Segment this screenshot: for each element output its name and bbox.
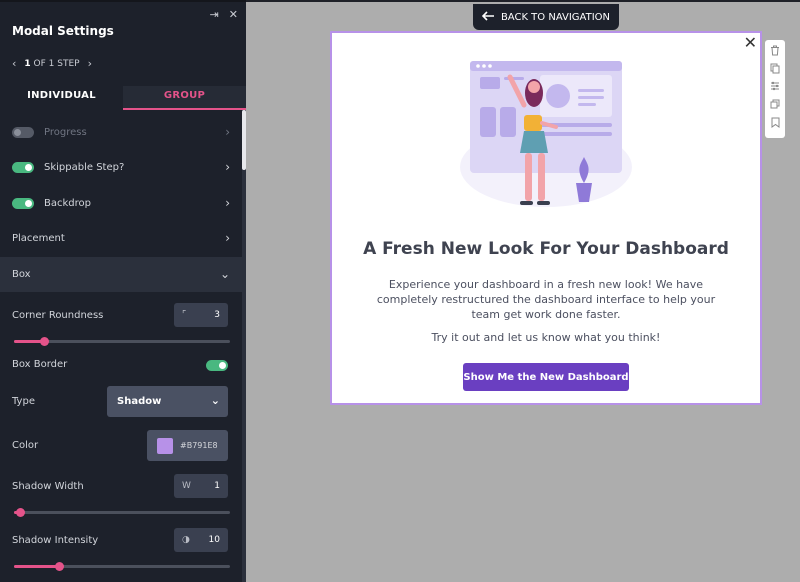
modal-body-secondary: Try it out and let us know what you thin…: [431, 331, 661, 344]
row-skippable-step[interactable]: Skippable Step? ›: [0, 150, 242, 185]
type-select-value: Shadow: [117, 396, 162, 407]
active-tab-indicator: [123, 108, 246, 110]
type-label: Type: [12, 396, 35, 407]
tab-individual[interactable]: INDIVIDUAL: [0, 86, 123, 110]
back-to-navigation-label: BACK TO NAVIGATION: [500, 11, 611, 23]
step-navigator: ‹ 1 OF 1 STEP ›: [12, 57, 92, 70]
close-icon[interactable]: ✕: [744, 35, 757, 51]
modal-preview: ✕ A Fresh New Look For Your Dashboard Ex…: [330, 31, 762, 405]
corner-roundness-input[interactable]: ⌜ 3: [174, 303, 228, 327]
shadow-width-slider[interactable]: [14, 508, 230, 517]
type-select[interactable]: Shadow ⌄: [107, 386, 228, 417]
color-label: Color: [12, 440, 39, 451]
box-border-toggle[interactable]: [206, 360, 228, 371]
row-box[interactable]: Box ⌄: [0, 257, 242, 292]
step-current: 1: [24, 58, 31, 69]
tab-group[interactable]: GROUP: [123, 86, 246, 110]
corner-roundness-slider[interactable]: [14, 337, 230, 346]
backdrop-toggle[interactable]: [12, 198, 34, 209]
chevron-down-icon: ⌄: [219, 267, 230, 281]
chevron-right-icon: ›: [225, 125, 230, 139]
row-backdrop[interactable]: Backdrop ›: [0, 186, 242, 221]
corner-roundness-value: 3: [214, 310, 220, 320]
chevron-right-icon[interactable]: ›: [88, 57, 92, 70]
row-backdrop-label: Backdrop: [44, 198, 91, 209]
shadow-width-label: Shadow Width: [12, 481, 84, 492]
back-to-navigation-button[interactable]: BACK TO NAVIGATION: [473, 4, 619, 30]
slider-knob[interactable]: [16, 508, 25, 517]
row-progress[interactable]: Progress ›: [0, 115, 242, 150]
color-picker[interactable]: #B791E8: [147, 430, 228, 461]
duplicate-icon[interactable]: [768, 97, 782, 111]
shadow-intensity-value: 10: [208, 535, 220, 545]
sidebar-window-controls: ⇥ ✕: [210, 8, 238, 21]
shadow-width-value: 1: [214, 481, 220, 491]
modal-body: Experience your dashboard in a fresh new…: [376, 278, 716, 321]
box-settings-panel: Corner Roundness ⌜ 3 Box Border Type Sha…: [0, 292, 242, 582]
row-progress-label: Progress: [44, 127, 87, 138]
modal-settings-sidebar: ⇥ ✕ Modal Settings ‹ 1 OF 1 STEP › INDIV…: [0, 0, 246, 582]
arrow-left-icon: [481, 10, 495, 24]
row-skippable-label: Skippable Step?: [44, 162, 125, 173]
color-swatch[interactable]: [157, 437, 173, 454]
sidebar-title: Modal Settings: [12, 24, 114, 38]
shadow-width-prefix: W: [182, 481, 191, 491]
settings-sliders-icon[interactable]: [768, 79, 782, 93]
shadow-width-input[interactable]: W 1: [174, 474, 228, 498]
show-new-dashboard-button[interactable]: Show Me the New Dashboard: [463, 363, 629, 391]
copy-icon[interactable]: [768, 61, 782, 75]
corner-icon: ⌜: [182, 310, 187, 320]
preview-canvas: BACK TO NAVIGATION ✕ A Fresh New Look Fo…: [246, 0, 800, 582]
shadow-intensity-label: Shadow Intensity: [12, 535, 99, 546]
skippable-toggle[interactable]: [12, 162, 34, 173]
chevron-down-icon: ⌄: [210, 394, 220, 407]
color-hex-value: #B791E8: [180, 441, 218, 450]
dashboard-illustration: [460, 61, 632, 207]
row-box-label: Box: [12, 269, 31, 280]
chevron-right-icon: ›: [225, 196, 230, 210]
corner-roundness-label: Corner Roundness: [12, 310, 104, 321]
modal-toolstrip: [765, 40, 785, 138]
slider-fill: [14, 565, 59, 568]
box-border-label: Box Border: [12, 359, 68, 370]
settings-tabs: INDIVIDUAL GROUP: [0, 86, 246, 110]
progress-toggle[interactable]: [12, 127, 34, 138]
chevron-right-icon: ›: [225, 160, 230, 174]
chevron-left-icon[interactable]: ‹: [12, 57, 16, 70]
intensity-icon: ◑: [182, 535, 190, 545]
shadow-intensity-input[interactable]: ◑ 10: [174, 528, 228, 552]
step-total: OF 1 STEP: [33, 58, 80, 69]
shadow-intensity-slider[interactable]: [14, 562, 230, 571]
trash-icon[interactable]: [768, 43, 782, 57]
row-placement[interactable]: Placement ›: [0, 221, 242, 256]
bookmark-icon[interactable]: [768, 115, 782, 129]
row-placement-label: Placement: [12, 233, 65, 244]
slider-knob[interactable]: [55, 562, 64, 571]
chevron-right-icon: ›: [225, 231, 230, 245]
close-icon[interactable]: ✕: [229, 8, 238, 21]
collapse-icon[interactable]: ⇥: [210, 8, 219, 21]
modal-title: A Fresh New Look For Your Dashboard: [363, 239, 729, 259]
slider-knob[interactable]: [40, 337, 49, 346]
